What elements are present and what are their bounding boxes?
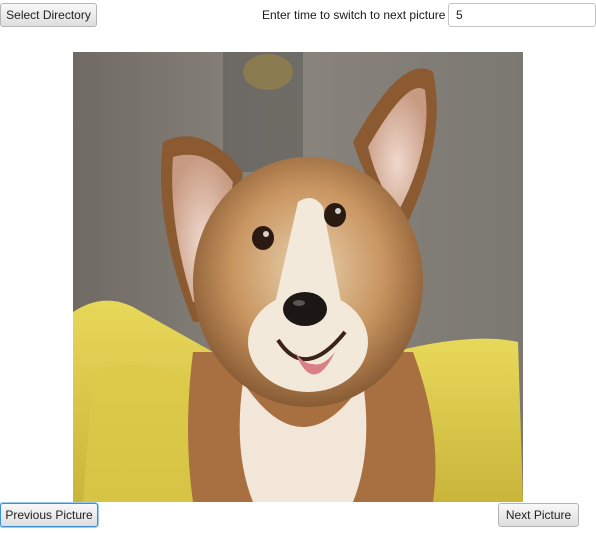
displayed-picture [73,52,523,502]
corgi-photo-icon [73,52,523,502]
next-picture-button[interactable]: Next Picture [498,503,579,527]
switch-time-label: Enter time to switch to next picture [262,8,446,22]
previous-picture-button[interactable]: Previous Picture [0,503,98,527]
switch-time-input[interactable] [448,3,596,27]
select-directory-button[interactable]: Select Directory [0,3,97,27]
